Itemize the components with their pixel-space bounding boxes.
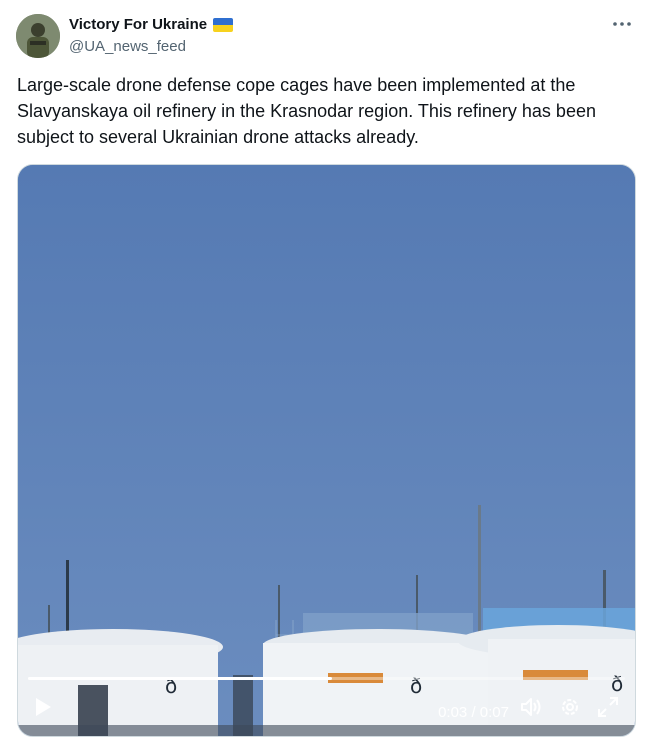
tweet-card: Victory For Ukraine @UA_news_feed Large-… [0, 0, 652, 740]
video-progress-bar[interactable] [28, 677, 625, 680]
author-name[interactable]: Victory For Ukraine [69, 16, 207, 33]
more-icon[interactable] [610, 14, 634, 34]
current-time: 0:03 [438, 704, 468, 721]
avatar[interactable] [16, 14, 60, 58]
fullscreen-icon[interactable] [597, 696, 619, 723]
video-frame: ð ð ð [18, 165, 635, 736]
video-progress-fill [28, 677, 333, 680]
video-player[interactable]: ð ð ð 0:03 / 0:07 [17, 164, 636, 737]
author-name-row: Victory For Ukraine [69, 16, 234, 33]
time-separator: / [471, 704, 476, 721]
gear-icon[interactable] [559, 696, 581, 723]
volume-icon[interactable] [519, 696, 543, 723]
ukraine-flag-icon [213, 17, 234, 32]
video-time: 0:03 / 0:07 [438, 704, 509, 721]
author-handle[interactable]: @UA_news_feed [69, 38, 186, 55]
duration: 0:07 [479, 704, 509, 721]
play-icon[interactable] [34, 697, 52, 722]
tweet-text: Large-scale drone defense cope cages hav… [17, 75, 596, 147]
video-controls: 0:03 / 0:07 [18, 688, 635, 736]
